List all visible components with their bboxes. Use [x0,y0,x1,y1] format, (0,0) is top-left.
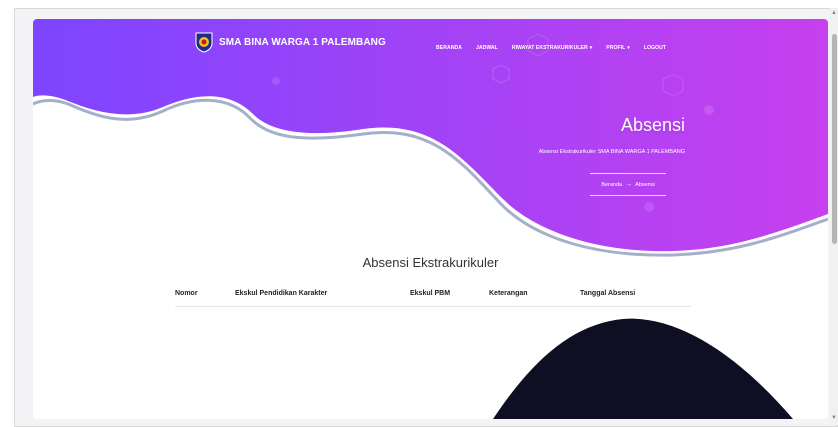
nav-beranda-label: BERANDA [436,45,462,51]
breadcrumb-current: Absensi [635,181,655,188]
nav-beranda[interactable]: BERANDA [436,45,462,51]
breadcrumb: Beranda → Absensi [590,173,666,196]
page-title: Absensi [620,115,685,135]
page: SMA BINA WARGA 1 PALEMBANG BERANDA JADWA… [33,19,828,419]
nav-jadwal-label: JADWAL [475,45,498,51]
nav-jadwal[interactable]: JADWAL [476,45,498,51]
column-ekskul-pbm: Ekskul PBM [410,290,451,297]
nav-riwayat-label: RIWAYAT EKSTRAKURIKULER [511,45,588,51]
brand-name: SMA BINA WARGA 1 PALEMBANG [219,36,386,48]
nav-riwayat-ekstrakurikuler[interactable]: RIWAYAT EKSTRAKURIKULER ▾ [512,45,592,51]
page-subtitle: Absensi Ekstrakurikuler SMA BINA WARGA 1… [538,149,685,155]
section-title: Absensi Ekstrakurikuler [362,255,499,270]
column-nomor: Nomor [175,290,198,297]
brand[interactable]: SMA BINA WARGA 1 PALEMBANG [193,31,386,53]
browser-viewport: SMA BINA WARGA 1 PALEMBANG BERANDA JADWA… [14,8,838,427]
main-nav: BERANDA JADWAL RIWAYAT EKSTRAKURIKULER ▾ … [436,45,680,51]
nav-profil-label: PROFIL [606,45,626,51]
scroll-up-icon[interactable]: ▲ [831,10,837,16]
nav-profil[interactable]: PROFIL ▾ [606,45,630,51]
vertical-scrollbar[interactable]: ▲ ▼ [830,8,838,425]
chevron-down-icon: ▾ [589,45,593,51]
scroll-thumb[interactable] [832,34,837,244]
scroll-down-icon[interactable]: ▼ [831,415,837,421]
arrow-right-icon: → [625,181,633,188]
nav-logout[interactable]: LOGOUT [644,45,666,51]
breadcrumb-home[interactable]: Beranda [601,182,622,188]
column-ekskul-pendidikan-karakter: Ekskul Pendidikan Karakter [235,290,328,297]
column-tanggal-absensi: Tanggal Absensi [580,290,636,297]
column-keterangan: Keterangan [489,290,528,297]
table-header: Nomor Ekskul Pendidikan Karakter Ekskul … [175,290,691,307]
hero-background [33,19,828,419]
nav-logout-label: LOGOUT [643,45,667,51]
chevron-down-icon: ▾ [627,45,630,51]
school-logo-icon [195,32,213,53]
